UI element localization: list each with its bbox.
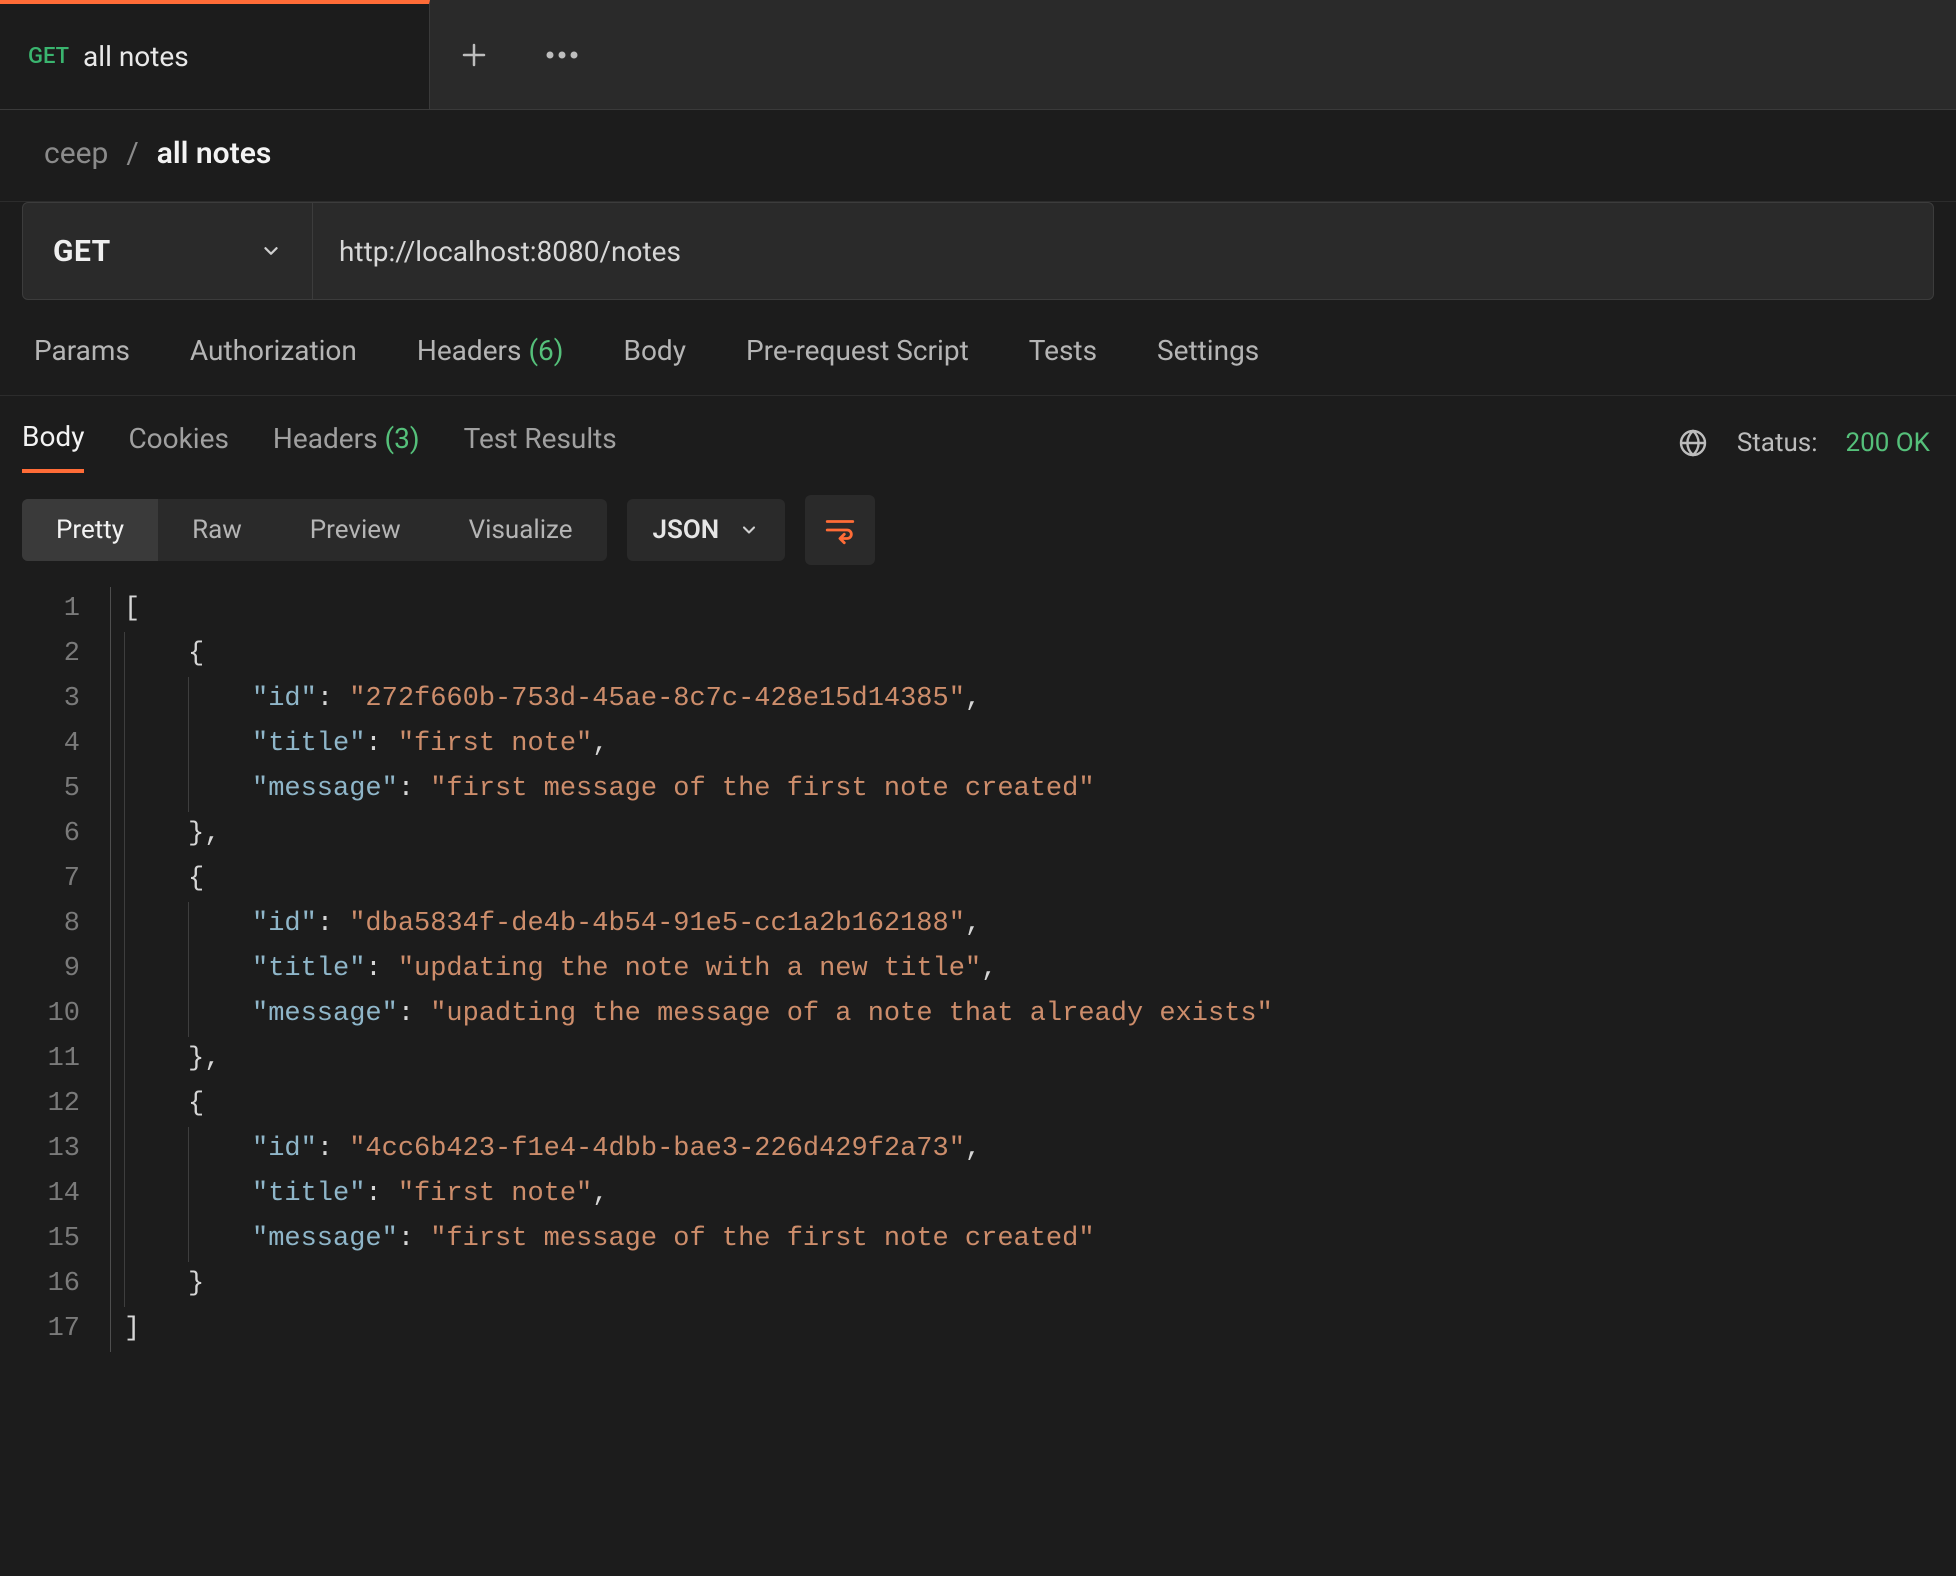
breadcrumb: ceep / all notes xyxy=(0,110,1956,202)
wrap-lines-icon xyxy=(823,513,857,547)
new-tab-button[interactable] xyxy=(430,0,518,109)
http-method-label: GET xyxy=(53,234,111,269)
body-format-select[interactable]: JSON xyxy=(627,499,786,561)
request-url-input[interactable]: http://localhost:8080/notes xyxy=(313,203,1933,299)
status-value: 200 OK xyxy=(1846,428,1931,458)
response-tab-headers-count: (3) xyxy=(385,422,420,455)
tab-prerequest[interactable]: Pre-request Script xyxy=(746,334,969,367)
response-view-controls: Pretty Raw Preview Visualize JSON xyxy=(0,473,1956,573)
response-tab-headers[interactable]: Headers (3) xyxy=(273,414,420,471)
breadcrumb-current: all notes xyxy=(157,136,272,171)
body-format-label: JSON xyxy=(653,515,720,545)
status-label: Status: xyxy=(1737,428,1818,458)
view-raw[interactable]: Raw xyxy=(158,499,276,561)
tab-headers[interactable]: Headers (6) xyxy=(417,334,564,367)
more-horizontal-icon xyxy=(544,49,580,61)
tab-bar: GET all notes xyxy=(0,0,1956,110)
tab-params[interactable]: Params xyxy=(34,334,130,367)
response-tab-test-results[interactable]: Test Results xyxy=(464,414,617,471)
view-pretty[interactable]: Pretty xyxy=(22,499,158,561)
chevron-down-icon xyxy=(260,240,282,262)
wrap-lines-button[interactable] xyxy=(805,495,875,565)
tab-body[interactable]: Body xyxy=(624,334,686,367)
breadcrumb-separator: / xyxy=(126,136,138,171)
response-tabs: Body Cookies Headers (3) Test Results xyxy=(22,412,617,473)
tab-settings[interactable]: Settings xyxy=(1157,334,1259,367)
response-tab-body[interactable]: Body xyxy=(22,412,84,473)
response-header-row: Body Cookies Headers (3) Test Results St… xyxy=(0,396,1956,473)
tab-authorization[interactable]: Authorization xyxy=(190,334,357,367)
breadcrumb-collection[interactable]: ceep xyxy=(44,136,108,171)
response-body-viewer[interactable]: 1[2{3"id": "272f660b-753d-45ae-8c7c-428e… xyxy=(0,573,1956,1352)
view-preview[interactable]: Preview xyxy=(276,499,435,561)
tab-headers-label: Headers xyxy=(417,334,522,367)
network-icon[interactable] xyxy=(1677,427,1709,459)
chevron-down-icon xyxy=(739,520,759,540)
response-status-block: Status: 200 OK xyxy=(1677,427,1930,459)
body-view-mode: Pretty Raw Preview Visualize xyxy=(22,499,607,561)
tab-tests[interactable]: Tests xyxy=(1029,334,1097,367)
tab-method-label: GET xyxy=(28,44,69,69)
request-tab[interactable]: GET all notes xyxy=(0,0,430,109)
response-tab-cookies[interactable]: Cookies xyxy=(128,414,228,471)
plus-icon xyxy=(459,40,489,70)
request-row: GET http://localhost:8080/notes xyxy=(22,202,1934,300)
tab-headers-count: (6) xyxy=(528,334,563,367)
view-visualize[interactable]: Visualize xyxy=(435,499,607,561)
tab-overflow-button[interactable] xyxy=(518,0,606,109)
globe-icon xyxy=(1677,427,1709,459)
request-url-text: http://localhost:8080/notes xyxy=(339,235,681,268)
http-method-select[interactable]: GET xyxy=(23,203,313,299)
tab-title-label: all notes xyxy=(83,40,189,73)
request-config-tabs: Params Authorization Headers (6) Body Pr… xyxy=(0,324,1956,396)
response-tab-headers-label: Headers xyxy=(273,422,378,455)
